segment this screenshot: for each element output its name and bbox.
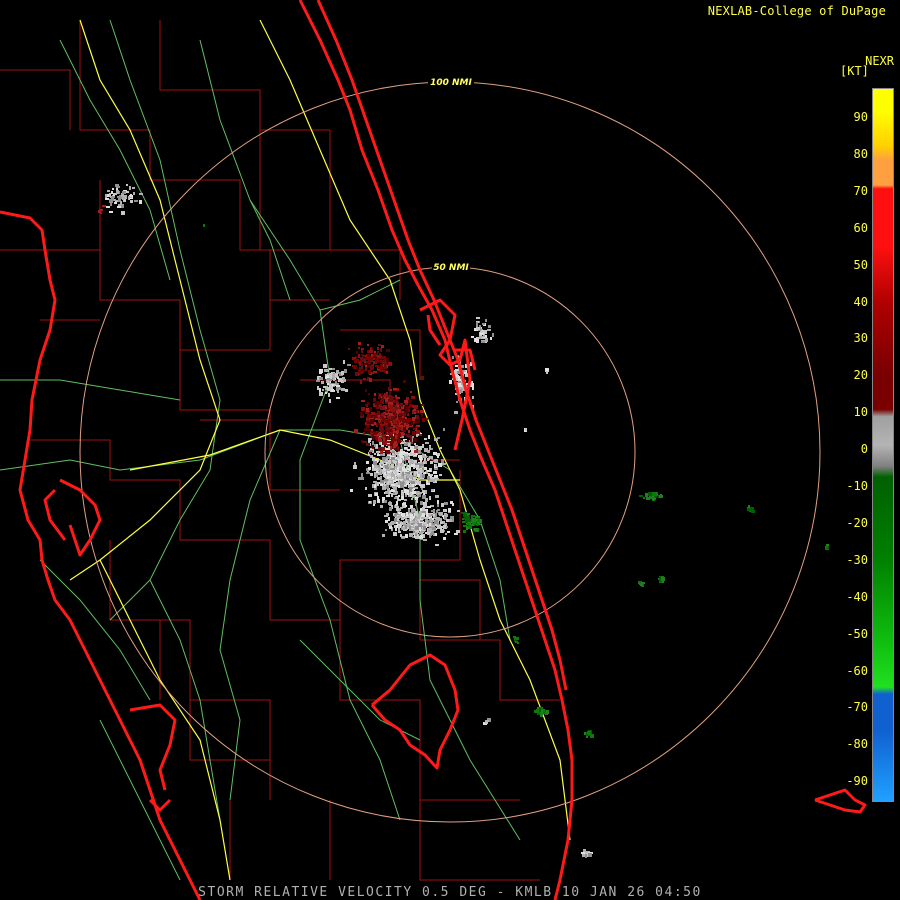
colorbar-tick: 50 <box>853 257 868 272</box>
colorbar-tick: 0 <box>860 442 868 457</box>
radar-map: 100 NMI 50 NMI <box>0 0 867 900</box>
colorbar-tick: -60 <box>846 663 868 678</box>
colorbar-tick: -10 <box>846 479 868 493</box>
colorbar-tick: -90 <box>846 774 868 789</box>
colorbar-tick: -50 <box>846 626 868 641</box>
colorbar-tick: 70 <box>853 183 868 198</box>
colorbar-tick: 90 <box>853 110 868 124</box>
colorbar-tick: -20 <box>846 515 868 530</box>
county-boundaries <box>0 20 560 881</box>
colorbar-tick: 20 <box>853 368 868 383</box>
product-caption: STORM RELATIVE VELOCITY 0.5 DEG - KMLB 1… <box>198 885 702 900</box>
ring-label-100: 100 NMI <box>430 78 472 88</box>
radar-display: 100 NMI 50 NMI NEXLAB-College of DuPage … <box>0 0 900 900</box>
ring-50nmi <box>264 266 636 638</box>
product-label: NEXR <box>865 54 894 68</box>
ring-100nmi <box>79 81 821 823</box>
colorbar-tick: -40 <box>846 589 868 604</box>
colorbar-tick: 80 <box>853 146 868 161</box>
credit-label: NEXLAB-College of DuPage <box>707 4 886 18</box>
colorbar-tick: -30 <box>846 552 868 567</box>
unit-label: [KT] <box>840 64 869 78</box>
velocity-colorbar <box>872 88 894 802</box>
colorbar-tick: 40 <box>853 294 868 309</box>
interstate-highways <box>69 19 571 881</box>
colorbar-tick: 60 <box>853 220 868 235</box>
colorbar-tick: -70 <box>846 700 868 715</box>
colorbar-tick: 10 <box>853 405 868 420</box>
range-rings <box>79 81 821 823</box>
velocity-echoes <box>98 184 829 858</box>
ring-label-50: 50 NMI <box>433 263 469 273</box>
colorbar-tick: -80 <box>846 737 868 752</box>
colorbar-tick: 30 <box>853 331 868 346</box>
